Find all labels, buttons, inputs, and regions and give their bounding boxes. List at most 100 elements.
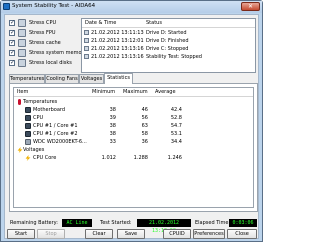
battery-label: Remaining Battery: [10, 220, 58, 226]
stop-button[interactable]: Stop [37, 229, 65, 239]
cpu-icon [25, 115, 31, 121]
stats-item-label: CPU [33, 115, 44, 121]
disk-icon [18, 59, 26, 67]
preferences-button[interactable]: Preferences [193, 229, 225, 239]
stability-test-window: System Stability Test - AIDA64 ✕ Stress … [0, 0, 263, 242]
cpu-core-icon [25, 131, 31, 137]
log-status: Drive D: Finished [146, 38, 189, 44]
statistics-table[interactable]: Item Minimum Maximum Average Temperature… [13, 87, 254, 208]
stats-min: 39 [109, 115, 116, 121]
clear-button[interactable]: Clear [85, 229, 113, 239]
stats-group-label: Voltages [23, 147, 45, 153]
stress-fpu-checkbox[interactable] [9, 29, 15, 36]
stats-min: 38 [109, 131, 116, 137]
stress-cache-option[interactable]: Stress cache [9, 39, 79, 49]
stats-max: 1.288 [133, 155, 148, 161]
stress-disks-checkbox[interactable] [9, 59, 15, 66]
close-button[interactable]: Close [227, 229, 257, 239]
stress-memory-option[interactable]: Stress system memory [9, 49, 87, 59]
aida64-app-icon [3, 3, 10, 10]
table-row[interactable]: CPU #1 / Core #2 38 58 53.1 [14, 130, 253, 138]
cpu-core-icon [25, 123, 31, 129]
stats-max: 63 [141, 123, 148, 129]
log-row[interactable]: 21.02.2012 13:13:16 Drive C: Stopped [82, 45, 255, 53]
stress-memory-checkbox[interactable] [9, 49, 15, 56]
log-row[interactable]: 21.02.2012 13:12:01 Drive D: Finished [82, 37, 255, 45]
voltage-icon [25, 155, 31, 161]
table-row[interactable]: Motherboard 38 46 42.4 [14, 106, 253, 114]
save-button[interactable]: Save [117, 229, 145, 239]
button-bar: Start Stop Clear Save CPUID Preferences … [5, 228, 258, 239]
table-row[interactable]: CPU Core 1.012 1.288 1.246 [14, 154, 253, 162]
stress-cpu-checkbox[interactable] [9, 19, 15, 26]
start-button[interactable]: Start [7, 229, 35, 239]
elapsed-time-label: Elapsed Time: [195, 220, 231, 226]
stats-min: 38 [109, 107, 116, 113]
cpuid-button[interactable]: CPUID [163, 229, 191, 239]
stats-item-label: CPU Core [33, 155, 57, 161]
fpu-icon [18, 29, 26, 37]
log-column-datetime[interactable]: Date & Time [85, 20, 116, 26]
table-row[interactable]: WDC WD2000EKT-6... 33 36 34.4 [14, 138, 253, 146]
stats-avg: 54.7 [170, 123, 182, 129]
disk-icon [84, 30, 89, 35]
stats-max: 56 [141, 115, 148, 121]
log-header: Date & Time Status [82, 19, 255, 28]
battery-value: AC Line [62, 219, 92, 227]
title-bar[interactable]: System Stability Test - AIDA64 ✕ [1, 1, 262, 13]
stats-min: 33 [109, 139, 116, 145]
stress-options: Stress CPU Stress FPU Stress cache Stres… [9, 19, 87, 69]
stats-group-row[interactable]: Temperatures [14, 98, 253, 106]
stress-fpu-label: Stress FPU [29, 30, 56, 36]
stress-cache-checkbox[interactable] [9, 39, 15, 46]
stress-cpu-option[interactable]: Stress CPU [9, 19, 79, 29]
window-close-button[interactable]: ✕ [241, 2, 260, 11]
test-icon [84, 54, 89, 59]
stress-disks-label: Stress local disks [29, 60, 72, 66]
stress-disks-option[interactable]: Stress local disks [9, 59, 79, 69]
stats-column-item[interactable]: Item [17, 89, 28, 95]
stats-column-average[interactable]: Average [155, 89, 176, 95]
stats-avg: 42.4 [170, 107, 182, 113]
temperature-icon [18, 99, 21, 105]
log-row[interactable]: 21.02.2012 13:13:16 Stability Test: Stop… [82, 53, 255, 61]
stress-cpu-label: Stress CPU [29, 20, 57, 26]
test-started-label: Test Started: [100, 220, 132, 226]
log-status: Drive D: Started [146, 30, 187, 36]
stats-item-label: CPU #1 / Core #2 [33, 131, 78, 137]
stress-memory-label: Stress system memory [29, 50, 87, 56]
cpu-icon [18, 19, 26, 27]
event-log-table[interactable]: Date & Time Status 21.02.2012 13:11:13 D… [81, 18, 256, 73]
stats-avg: 53.1 [170, 131, 182, 137]
stats-column-minimum[interactable]: Minimum [92, 89, 115, 95]
table-row[interactable]: CPU 39 56 52.8 [14, 114, 253, 122]
stats-header: Item Minimum Maximum Average [14, 88, 253, 97]
stress-cache-label: Stress cache [29, 40, 61, 46]
stats-max: 46 [141, 107, 148, 113]
tab-statistics[interactable]: Statistics [104, 73, 133, 84]
stats-item-label: WDC WD2000EKT-6... [33, 139, 87, 145]
stats-avg: 34.4 [170, 139, 182, 145]
log-row[interactable]: 21.02.2012 13:11:13 Drive D: Started [82, 29, 255, 37]
tab-cooling-fans[interactable]: Cooling Fans [45, 74, 79, 83]
stats-min: 38 [109, 123, 116, 129]
tab-strip: Temperatures Cooling Fans Voltages Stati… [9, 73, 259, 84]
log-column-status[interactable]: Status [146, 20, 162, 26]
tab-voltages[interactable]: Voltages [79, 74, 104, 83]
client-area: Stress CPU Stress FPU Stress cache Stres… [4, 14, 259, 239]
motherboard-icon [25, 107, 31, 113]
stats-avg: 52.8 [170, 115, 182, 121]
statistics-panel: Item Minimum Maximum Average Temperature… [9, 83, 258, 212]
stats-group-row[interactable]: Voltages [14, 146, 253, 154]
stats-column-maximum[interactable]: Maximum [123, 89, 148, 95]
stress-fpu-option[interactable]: Stress FPU [9, 29, 79, 39]
log-status: Drive C: Stopped [146, 46, 189, 52]
status-bar: Remaining Battery: AC Line Test Started:… [5, 218, 258, 234]
stats-avg: 1.246 [167, 155, 182, 161]
stats-max: 58 [141, 131, 148, 137]
disk-icon [84, 46, 89, 51]
stats-min: 1.012 [101, 155, 116, 161]
table-row[interactable]: CPU #1 / Core #1 38 63 54.7 [14, 122, 253, 130]
stats-item-label: Motherboard [33, 107, 66, 113]
tab-temperatures[interactable]: Temperatures [9, 74, 45, 83]
